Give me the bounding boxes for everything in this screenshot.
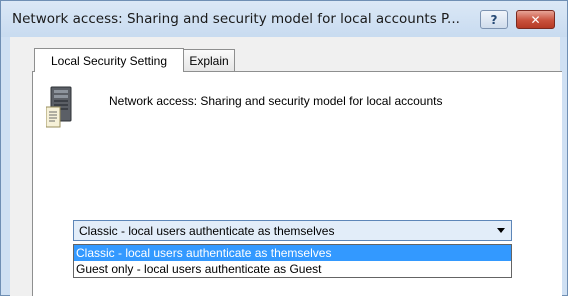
server-icon (46, 86, 72, 128)
select-dropdown-list: Classic - local users authenticate as th… (73, 244, 512, 278)
chevron-down-icon[interactable] (497, 228, 505, 233)
policy-name: Network access: Sharing and security mod… (109, 94, 443, 108)
option-classic[interactable]: Classic - local users authenticate as th… (74, 245, 511, 261)
option-guest-only[interactable]: Guest only - local users authenticate as… (74, 261, 511, 277)
policy-properties-window: Network access: Sharing and security mod… (0, 0, 568, 296)
close-icon: ✕ (530, 12, 541, 27)
help-button[interactable]: ? (480, 10, 508, 29)
select-value: Classic - local users authenticate as th… (79, 224, 335, 238)
close-button[interactable]: ✕ (516, 10, 555, 29)
tab-local-security-setting[interactable]: Local Security Setting (34, 48, 184, 72)
security-model-select[interactable]: Classic - local users authenticate as th… (73, 220, 512, 241)
client-area: Local Security Setting Explain Network a… (10, 37, 562, 296)
tab-panel: Network access: Sharing and security mod… (32, 71, 562, 296)
title-bar[interactable]: Network access: Sharing and security mod… (1, 1, 567, 37)
tab-explain[interactable]: Explain (183, 49, 235, 71)
help-icon: ? (490, 12, 498, 27)
window-title: Network access: Sharing and security mod… (12, 11, 460, 27)
